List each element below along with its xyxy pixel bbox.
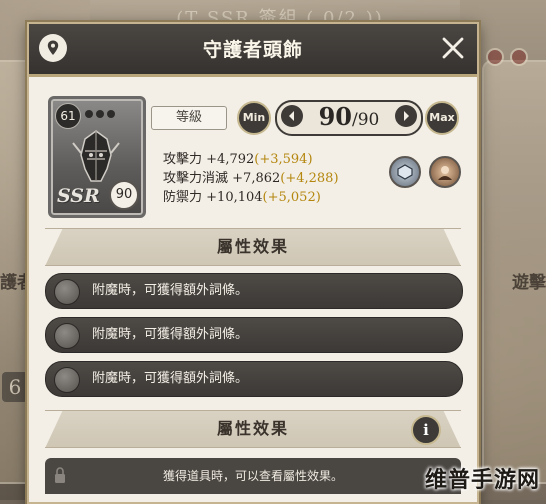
stat-list: 攻擊力 +4,792(+3,594) 攻擊力消滅 +7,862(+4,288) … [163,150,339,207]
enchant-row[interactable]: 附魔時，可獲得額外詞條。 [45,317,463,353]
hint-text: 獲得道具時，可以查看屬性效果。 [162,469,343,483]
stat-name: 防禦力 [163,190,203,205]
level-current: 90 [318,102,353,131]
enchant-row[interactable]: 附魔時，可獲得額外詞條。 [45,361,463,397]
stat-row: 攻擊力 +4,792(+3,594) [163,150,339,169]
close-icon [442,37,464,59]
info-icon[interactable]: i [411,415,441,445]
level-maximum: /90 [352,110,380,130]
level-label: 等級 [151,106,227,130]
enchant-text: 附魔時，可獲得額外詞條。 [92,327,249,342]
helmet-icon [72,130,120,182]
hint-bar: 獲得道具時，可以查看屬性效果。 [45,458,461,494]
dialog-header: 守護者頭飾 [29,24,477,77]
item-level-badge: 90 [109,180,139,210]
level-value: 90/90 [303,102,395,135]
item-card: 61 SSR 90 [48,96,146,218]
item-badge-number: 61 [55,103,81,129]
stat-bonus: (+5,052) [262,190,321,205]
enchant-slot-icon [54,279,80,305]
stat-value: +10,104 [206,190,263,205]
background-right-label: 遊擊 [512,273,546,293]
arrow-right-icon [404,111,409,121]
enchant-row[interactable]: 附魔時，可獲得額外詞條。 [45,273,463,309]
stat-bonus: (+4,288) [280,171,339,186]
enchant-text: 附魔時，可獲得額外詞條。 [92,371,249,386]
level-increase-button[interactable] [395,105,417,127]
armor-icon[interactable] [389,156,421,188]
attribute-effect-title: 屬性效果 [216,237,289,256]
equip-icons [389,156,461,188]
stat-name: 攻擊力消滅 [163,171,229,186]
item-rarity: SSR [57,185,100,207]
stat-value: +4,792 [206,152,255,167]
enchant-text: 附魔時，可獲得額外詞條。 [92,283,249,298]
stat-bonus: (+3,594) [254,152,313,167]
stat-name: 攻擊力 [163,152,203,167]
level-decrease-button[interactable] [281,105,303,127]
portrait-icon[interactable] [429,156,461,188]
item-detail-dialog: 守護者頭飾 61 SSR 90 等級 Min 90/90 Max 攻擊力 +4,… [27,22,479,504]
arrow-left-icon [289,111,294,121]
stat-row: 防禦力 +10,104(+5,052) [163,188,339,207]
attribute-effect-header: 屬性效果 [45,228,461,266]
watermark: 维普手游网 [424,468,540,493]
background-side-number: 6 [2,372,28,402]
item-rank-dots [85,110,115,118]
close-button[interactable] [438,33,468,63]
level-stepper: 90/90 [275,100,423,136]
attribute-effect-title-2: 屬性效果 [216,419,289,438]
dialog-title: 守護者頭飾 [202,39,303,61]
enchant-slot-icon [54,323,80,349]
stat-value: +7,862 [232,171,281,186]
attribute-effect-header-2: 屬性效果 i [45,410,461,448]
min-level-button[interactable]: Min [237,101,271,135]
stat-row: 攻擊力消滅 +7,862(+4,288) [163,169,339,188]
max-level-button[interactable]: Max [425,101,459,135]
enchant-slot-icon [54,367,80,393]
